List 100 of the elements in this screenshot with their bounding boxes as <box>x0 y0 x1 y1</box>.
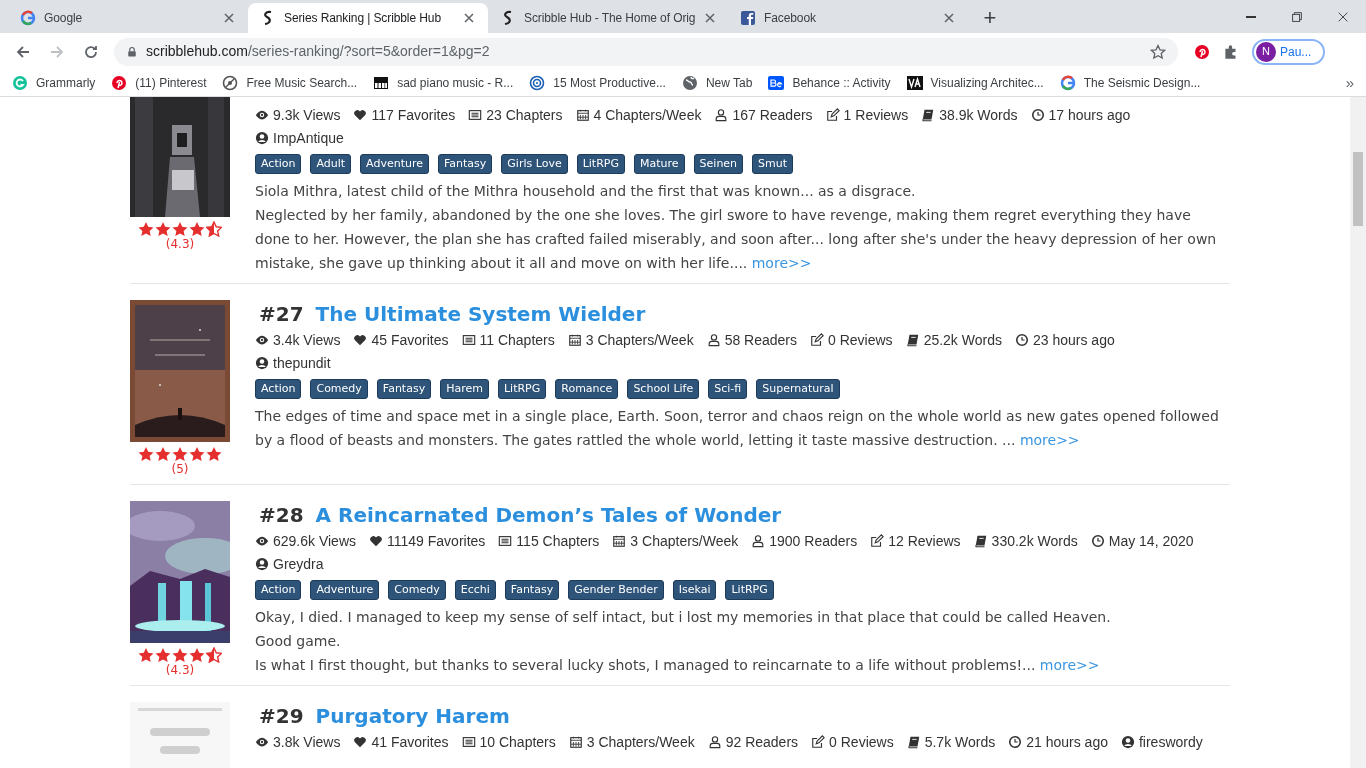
stat-text: 4 Chapters/Week <box>593 106 702 125</box>
genre-tag[interactable]: Harem <box>440 379 489 399</box>
tab-title: Google <box>44 10 84 27</box>
genre-tag[interactable]: Gender Bender <box>568 580 664 600</box>
bookmark-link[interactable]: Visualizing Architec... <box>906 74 1044 92</box>
user-circle-icon <box>1120 735 1135 749</box>
stat-text: 3 Chapters/Week <box>630 532 739 551</box>
spiral-icon <box>529 75 546 91</box>
genre-tag[interactable]: Ecchi <box>454 580 496 600</box>
clock-icon <box>1014 333 1029 347</box>
heart-icon <box>353 735 368 749</box>
stat-text: 38.9k Words <box>939 106 1018 125</box>
genre-tag[interactable]: Fantasy <box>438 154 493 174</box>
genre-tag[interactable]: Adventure <box>310 580 380 600</box>
user-icon <box>706 333 721 347</box>
genre-tag[interactable]: Smut <box>752 154 794 174</box>
calendar-icon <box>575 108 590 122</box>
stat-text: 23 Chapters <box>486 106 563 125</box>
stat-text: 21 hours ago <box>1026 733 1108 752</box>
genre-tag[interactable]: Fantasy <box>376 379 432 399</box>
star-icon <box>1150 43 1166 60</box>
author-link[interactable]: fireswordy <box>1138 730 1203 754</box>
user-circle-icon <box>255 131 269 145</box>
new-tab-button[interactable]: + <box>976 4 1004 32</box>
facebook-icon <box>740 10 756 26</box>
star-icon <box>155 446 171 462</box>
browser-tab[interactable]: Facebook <box>728 3 968 33</box>
genre-tag[interactable]: Action <box>255 154 302 174</box>
genre-tag[interactable]: Sci-fi <box>708 379 748 399</box>
eye-icon <box>255 333 269 347</box>
scrollbar-thumb[interactable] <box>1353 152 1363 226</box>
stat-text: 3.4k Views <box>273 331 341 350</box>
star-icon <box>172 647 188 663</box>
bookmark-link[interactable]: The Seismic Design... <box>1059 74 1201 92</box>
genre-tag[interactable]: Action <box>255 379 302 399</box>
star-icon <box>172 446 188 462</box>
tab-title: Scribble Hub - The Home of Orig <box>524 10 696 27</box>
edit-icon <box>811 735 826 749</box>
description-text: Siola Mithra, latest child of the Mithra household and the first that was known... as a disgrace. <box>255 182 917 201</box>
genre-tag[interactable]: LitRPG <box>497 379 547 399</box>
list-icon <box>468 108 483 122</box>
heart-icon <box>353 108 368 122</box>
star-icon <box>189 647 205 663</box>
close-icon <box>942 11 956 25</box>
pinterest-icon <box>111 75 128 91</box>
address-bar[interactable]: scribblehub.com/series-ranking/?sort=5&order=1&pg=2 <box>114 37 1178 66</box>
close-icon <box>222 11 236 25</box>
heart-icon <box>353 333 368 347</box>
pinterest-icon <box>1194 43 1210 60</box>
bookmark-link[interactable]: (11) Pinterest <box>111 74 207 92</box>
genre-tag[interactable]: Mature <box>634 154 685 174</box>
minimize-icon <box>1246 15 1256 18</box>
author-link[interactable]: thepundit <box>273 352 331 374</box>
bookmark-link[interactable]: sad piano music - R... <box>373 74 514 92</box>
bookmark-link[interactable]: Free Music Search... <box>222 74 358 92</box>
bookmark-link[interactable]: Grammarly <box>12 74 96 92</box>
genre-tag[interactable]: Comedy <box>310 379 368 399</box>
bookmark-link[interactable]: 15 Most Productive... <box>529 74 666 92</box>
genre-tag[interactable]: LitRPG <box>576 154 625 174</box>
star-icon <box>155 221 171 237</box>
grammarly-icon <box>12 75 28 91</box>
edit-icon <box>810 333 825 347</box>
author-link[interactable]: Greydra <box>273 553 324 575</box>
genre-tag[interactable]: Girls Love <box>501 154 568 174</box>
genre-tag[interactable]: Comedy <box>388 580 446 600</box>
rank-number: #28 <box>258 502 305 529</box>
monogram-icon <box>906 75 923 91</box>
genre-tag[interactable]: Romance <box>555 379 619 399</box>
description-text: Is what I first thought, but thanks to several lucky shots, I managed to reincarnate to a life without problems!... more>> <box>255 656 1101 675</box>
bookmark-link[interactable]: Behance :: Activity <box>768 74 891 92</box>
rating-text: (4.3) <box>165 237 195 251</box>
star-icon <box>138 221 154 237</box>
more-bookmarks-button[interactable]: » <box>1345 71 1354 95</box>
stat-text: 0 Reviews <box>829 733 894 752</box>
stat-text: 45 Favorites <box>371 331 449 350</box>
list-icon <box>498 534 513 548</box>
genre-tag[interactable]: Adult <box>310 154 352 174</box>
stat-text: 41 Favorites <box>371 733 449 752</box>
restore-icon <box>1290 9 1304 24</box>
browser-tab[interactable]: Scribble Hub - The Home of Orig <box>488 3 728 33</box>
bookmark-link[interactable]: New Tab <box>681 74 753 92</box>
genre-tag[interactable]: School Life <box>627 379 700 399</box>
genre-tag[interactable]: Seinen <box>693 154 744 174</box>
scrollbar-track[interactable] <box>1350 97 1366 768</box>
google-icon <box>1059 75 1076 91</box>
browser-tab[interactable]: Series Ranking | Scribble Hub <box>248 3 488 33</box>
calendar-icon <box>568 735 583 749</box>
profile-button[interactable]: N Pau... <box>1252 38 1326 65</box>
user-circle-icon <box>255 557 269 571</box>
browser-tab[interactable]: Google <box>8 3 248 33</box>
calendar-icon <box>567 333 582 347</box>
genre-tag[interactable]: Supernatural <box>756 379 840 399</box>
stat-text: 330.2k Words <box>991 532 1078 551</box>
genre-tag[interactable]: Action <box>255 580 302 600</box>
description-text: The edges of time and space met in a single place, Earth. Soon, terror and chaos reign on the whole world as new gates opened followed by a flood of beasts and monsters. The gates rattled the whole world, letting it taste massive destruction. ... more>> <box>255 407 1220 450</box>
genre-tag[interactable]: LitRPG <box>725 580 774 600</box>
genre-tag[interactable]: Fantasy <box>504 580 560 600</box>
genre-tag[interactable]: Adventure <box>360 154 429 174</box>
author-link[interactable]: ImpAntique <box>273 127 344 149</box>
genre-tag[interactable]: Isekai <box>672 580 717 600</box>
